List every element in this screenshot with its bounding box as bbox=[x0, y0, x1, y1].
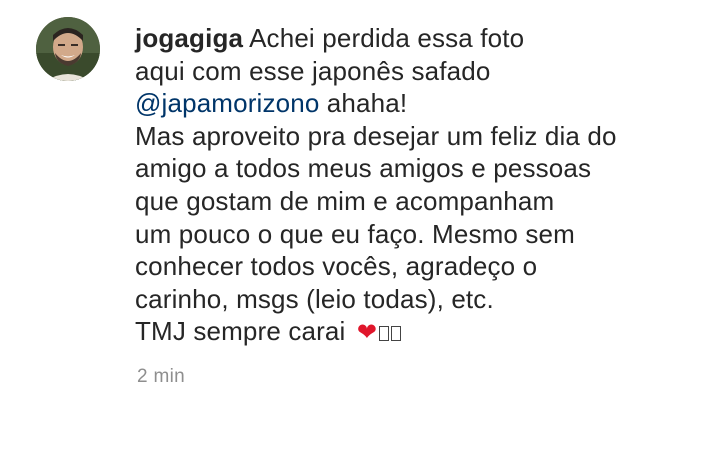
comment-line: @japamorizono ahaha! bbox=[135, 87, 695, 120]
comment-line-text: Achei perdida essa foto bbox=[249, 23, 525, 53]
comment-line: Mas aproveito pra desejar um feliz dia d… bbox=[135, 120, 617, 151]
avatar[interactable] bbox=[36, 17, 100, 81]
comment-line: que gostam de mim e acompanham bbox=[135, 185, 555, 216]
comment-line: conhecer todos vocês, agradeço o bbox=[135, 251, 538, 282]
comment-line: carinho, msgs (leio todas), etc. bbox=[135, 283, 494, 314]
heart-icon: ❤ bbox=[356, 319, 378, 347]
comment-text: jogagiga Achei perdida essa foto aqui co… bbox=[135, 22, 695, 350]
username-link[interactable]: jogagiga bbox=[135, 23, 243, 53]
mention-link[interactable]: @japamorizono bbox=[135, 88, 319, 118]
comment-line: amigo a todos meus amigos e pessoas bbox=[135, 153, 592, 184]
comment-line: um pouco o que eu faço. Mesmo sem bbox=[135, 218, 575, 249]
comment-line: TMJ sempre carai ❤ bbox=[135, 315, 695, 350]
comment-line: aqui com esse japonês safado bbox=[135, 55, 491, 86]
avatar-photo bbox=[36, 17, 100, 81]
comment: jogagiga Achei perdida essa foto aqui co… bbox=[0, 0, 720, 450]
comment-line-text: ahaha! bbox=[319, 88, 408, 119]
comment-line: jogagiga Achei perdida essa foto bbox=[135, 22, 695, 55]
comment-body: jogagiga Achei perdida essa foto aqui co… bbox=[135, 22, 695, 350]
unsupported-emoji-icon bbox=[379, 326, 390, 342]
comment-line-text: TMJ sempre carai bbox=[135, 316, 353, 347]
unsupported-emoji-icon bbox=[391, 326, 402, 342]
comment-timestamp: 2 min bbox=[137, 366, 185, 387]
